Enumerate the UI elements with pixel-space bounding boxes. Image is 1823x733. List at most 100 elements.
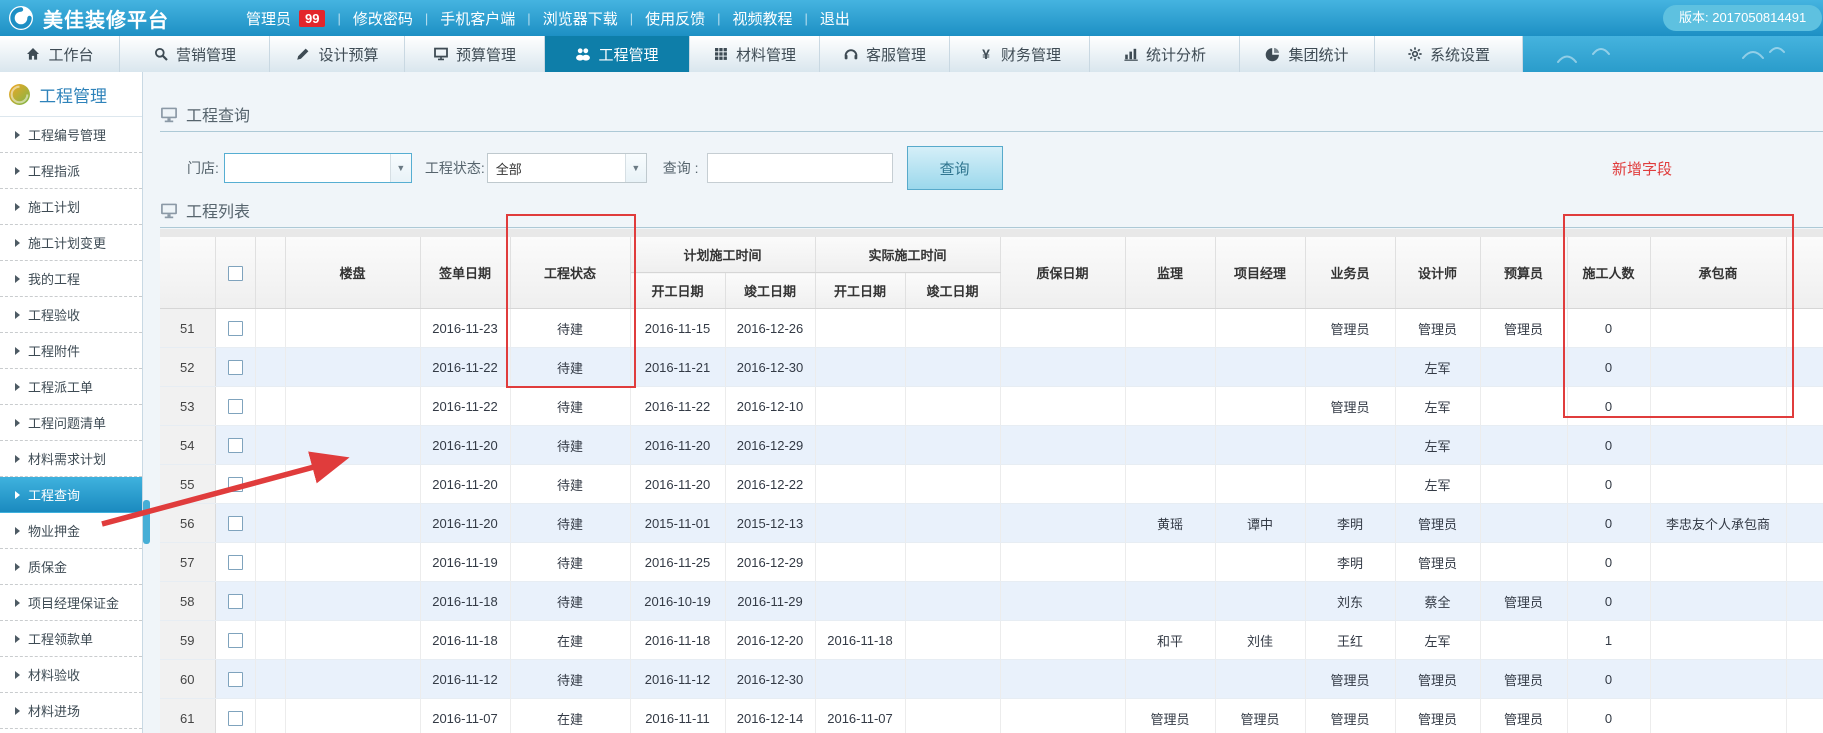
tab-7[interactable]: 客服管理 xyxy=(820,36,950,72)
tab-2[interactable]: 营销管理 xyxy=(120,36,270,72)
top-menu-item-6[interactable]: 视频教程 xyxy=(733,8,793,29)
cell-supervisor xyxy=(1125,309,1215,348)
col-select-all xyxy=(215,237,255,309)
tab-10[interactable]: 集团统计 xyxy=(1240,36,1375,72)
row-checkbox[interactable] xyxy=(228,516,243,531)
menu-separator: | xyxy=(630,11,633,26)
row-checkbox[interactable] xyxy=(228,672,243,687)
cell-row-number: 55 xyxy=(160,465,215,504)
search-section-title: 工程查询 xyxy=(160,99,1823,129)
team-icon xyxy=(575,46,591,62)
cell-warranty-date xyxy=(1000,543,1125,582)
annotation-new-fields-label: 新增字段 xyxy=(1612,158,1672,179)
sidebar-item-3[interactable]: 施工计划 xyxy=(0,189,142,225)
top-menu-item-1[interactable]: 管理员 xyxy=(246,8,291,29)
tab-4[interactable]: 预算管理 xyxy=(405,36,545,72)
top-menu-item-2[interactable]: 修改密码 xyxy=(353,8,413,29)
row-checkbox[interactable] xyxy=(228,633,243,648)
col-supervisor: 监理 xyxy=(1125,237,1215,309)
row-checkbox[interactable] xyxy=(228,711,243,726)
cell-contractor xyxy=(1650,621,1786,660)
cell-plan-end: 2016-12-29 xyxy=(725,426,815,465)
row-checkbox[interactable] xyxy=(228,321,243,336)
main-nav-tabs: 工作台 营销管理设计预算预算管理工程管理材料管理客服管理¥财务管理统计分析集团统计… xyxy=(0,36,1523,72)
top-menu-item-5[interactable]: 使用反馈 xyxy=(645,8,705,29)
sidebar-item-7[interactable]: 工程附件 xyxy=(0,333,142,369)
sidebar-item-17[interactable]: 材料进场 xyxy=(0,693,142,729)
triangle-bullet-icon xyxy=(15,563,20,571)
splitter-handle[interactable] xyxy=(143,500,150,544)
cell-actual-end xyxy=(905,660,1000,699)
status-label: 工程状态: xyxy=(425,158,485,178)
sidebar-item-11[interactable]: 工程查询 xyxy=(0,477,142,513)
top-menu-item-7[interactable]: 退出 xyxy=(820,8,850,29)
tab-6[interactable]: 材料管理 xyxy=(690,36,820,72)
sidebar-item-2[interactable]: 工程指派 xyxy=(0,153,142,189)
row-checkbox[interactable] xyxy=(228,594,243,609)
sidebar-item-5[interactable]: 我的工程 xyxy=(0,261,142,297)
tab-8[interactable]: ¥财务管理 xyxy=(950,36,1090,72)
top-bar: 美佳装修平台 管理员99|修改密码|手机客户端|浏览器下载|使用反馈|视频教程|… xyxy=(0,0,1823,36)
query-input[interactable] xyxy=(707,153,893,183)
select-all-checkbox[interactable] xyxy=(228,266,243,281)
top-menu-item-4[interactable]: 浏览器下载 xyxy=(543,8,618,29)
table-row: 562016-11-20待建2015-11-012015-12-13黄瑶谭中李明… xyxy=(160,504,1823,543)
cell-project-manager xyxy=(1215,582,1305,621)
sidebar-item-9[interactable]: 工程问题清单 xyxy=(0,405,142,441)
cell-estimator: 管理员 xyxy=(1480,699,1567,733)
version-badge: 版本: 2017050814491 xyxy=(1663,5,1822,31)
cell-plan-end: 2016-12-29 xyxy=(725,543,815,582)
row-checkbox[interactable] xyxy=(228,555,243,570)
cell-project-manager xyxy=(1215,660,1305,699)
row-checkbox[interactable] xyxy=(228,399,243,414)
cell-plan-end: 2016-12-26 xyxy=(725,309,815,348)
row-checkbox[interactable] xyxy=(228,477,243,492)
sidebar-item-8[interactable]: 工程派工单 xyxy=(0,369,142,405)
cell-building xyxy=(285,348,420,387)
cell-spacer xyxy=(255,309,285,348)
sidebar-item-13[interactable]: 质保金 xyxy=(0,549,142,585)
svg-text:¥: ¥ xyxy=(982,46,990,62)
cell-estimator xyxy=(1480,387,1567,426)
cell-salesperson: 王红 xyxy=(1305,621,1395,660)
tab-3[interactable]: 设计预算 xyxy=(270,36,405,72)
sidebar-item-15[interactable]: 工程领款单 xyxy=(0,621,142,657)
triangle-bullet-icon xyxy=(15,707,20,715)
sidebar-item-label: 材料需求计划 xyxy=(28,449,106,468)
tab-1[interactable]: 工作台 xyxy=(0,36,120,72)
row-checkbox[interactable] xyxy=(228,438,243,453)
status-select[interactable]: 全部 ▼ xyxy=(487,153,647,183)
sidebar-item-4[interactable]: 施工计划变更 xyxy=(0,225,142,261)
cell-warranty-date xyxy=(1000,426,1125,465)
cell-salesperson: 管理员 xyxy=(1305,387,1395,426)
tab-label: 工作台 xyxy=(48,44,93,65)
sidebar-item-12[interactable]: 物业押金 xyxy=(0,513,142,549)
cell-supervisor xyxy=(1125,543,1215,582)
top-menu-item-3[interactable]: 手机客户端 xyxy=(440,8,515,29)
cell-project-manager: 管理员 xyxy=(1215,699,1305,733)
sidebar-item-1[interactable]: 工程编号管理 xyxy=(0,117,142,153)
cell-plan-start: 2016-11-18 xyxy=(630,621,725,660)
sidebar-item-label: 工程派工单 xyxy=(28,377,93,396)
cell-actual-start xyxy=(815,348,905,387)
row-checkbox[interactable] xyxy=(228,360,243,375)
sidebar-item-16[interactable]: 材料验收 xyxy=(0,657,142,693)
tab-9[interactable]: 统计分析 xyxy=(1090,36,1240,72)
cell-building xyxy=(285,543,420,582)
store-select[interactable]: ▼ xyxy=(224,153,412,183)
triangle-bullet-icon xyxy=(15,491,20,499)
tab-11[interactable]: 系统设置 xyxy=(1375,36,1523,72)
app-logo: 美佳装修平台 xyxy=(0,4,246,33)
yen-icon: ¥ xyxy=(978,46,994,62)
sidebar-item-10[interactable]: 材料需求计划 xyxy=(0,441,142,477)
cell-warranty-date xyxy=(1000,465,1125,504)
cell-designer: 左军 xyxy=(1395,621,1480,660)
cell-warranty-date xyxy=(1000,582,1125,621)
cell-supervisor xyxy=(1125,387,1215,426)
list-section-title: 工程列表 xyxy=(160,195,1823,225)
tab-5[interactable]: 工程管理 xyxy=(545,36,690,72)
col-group-actual-time: 实际施工时间 xyxy=(815,237,1000,273)
sidebar-item-6[interactable]: 工程验收 xyxy=(0,297,142,333)
sidebar-item-14[interactable]: 项目经理保证金 xyxy=(0,585,142,621)
search-button[interactable]: 查询 xyxy=(907,146,1003,190)
